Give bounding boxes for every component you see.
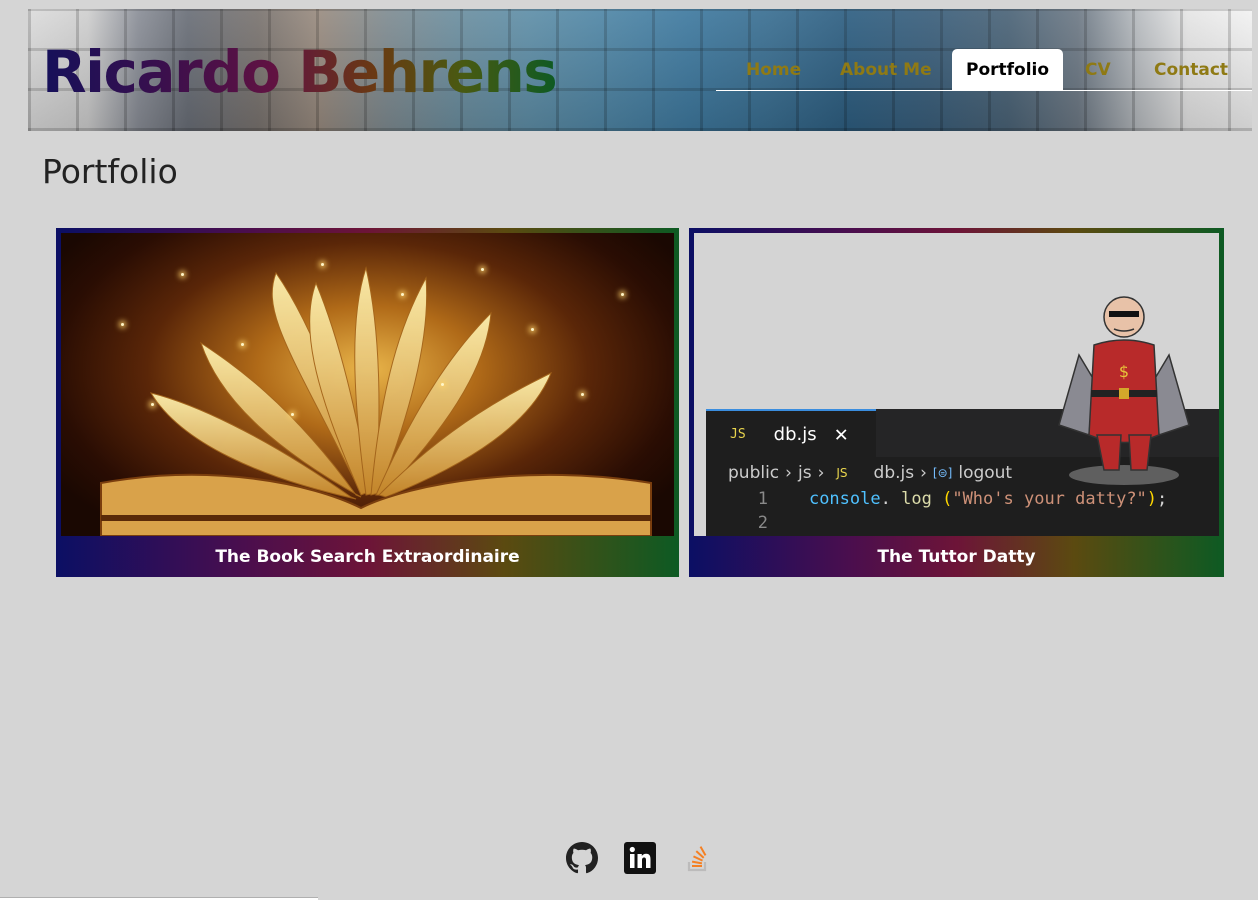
js-file-icon: JS — [836, 466, 848, 480]
nav-home[interactable]: Home — [732, 49, 815, 91]
site-title[interactable]: Ricardo Behrens — [42, 39, 558, 105]
nav-cv[interactable]: CV — [1071, 49, 1125, 91]
github-icon[interactable] — [566, 842, 598, 874]
method-symbol-icon: [⊜] — [932, 466, 953, 480]
project-title[interactable]: The Tuttor Datty — [694, 536, 1219, 577]
project-title[interactable]: The Book Search Extraordinaire — [61, 536, 674, 577]
cartoon-tutor-character: $ — [1058, 296, 1190, 485]
project-card-book-search[interactable]: The Book Search Extraordinaire — [56, 228, 679, 577]
code-line: 2 — [757, 513, 768, 533]
chevron-right-icon: › — [785, 463, 792, 483]
linkedin-icon[interactable] — [624, 842, 656, 874]
open-book-sparkles-image[interactable] — [61, 233, 674, 536]
chevron-right-icon: › — [920, 463, 927, 483]
svg-text:$: $ — [1119, 362, 1129, 381]
stack-overflow-icon[interactable] — [686, 845, 710, 873]
code-line: 1 console. log ("Who's your datty?"); — [757, 489, 1168, 509]
nav-about-me[interactable]: About Me — [826, 49, 946, 91]
nav-contact[interactable]: Contact — [1140, 49, 1242, 91]
nav-portfolio[interactable]: Portfolio — [952, 49, 1064, 91]
project-card-tuttor-datty[interactable]: JS db.js ✕ public › js › JS db.js › [⊜] … — [689, 228, 1224, 577]
chevron-right-icon: › — [817, 463, 825, 483]
open-book-illustration — [100, 266, 652, 536]
code-editor-tutor-image[interactable]: JS db.js ✕ public › js › JS db.js › [⊜] … — [694, 233, 1219, 536]
main-nav: Home About Me Portfolio CV Contact — [716, 49, 1252, 91]
page-title: Portfolio — [42, 152, 178, 191]
close-icon: ✕ — [834, 421, 848, 447]
js-file-icon: JS — [730, 426, 746, 442]
editor-tab: JS db.js ✕ — [706, 409, 876, 457]
editor-breadcrumb: public › js › JS db.js › [⊜] logout — [728, 463, 1013, 483]
site-header: Ricardo Behrens Home About Me Portfolio … — [28, 9, 1252, 131]
